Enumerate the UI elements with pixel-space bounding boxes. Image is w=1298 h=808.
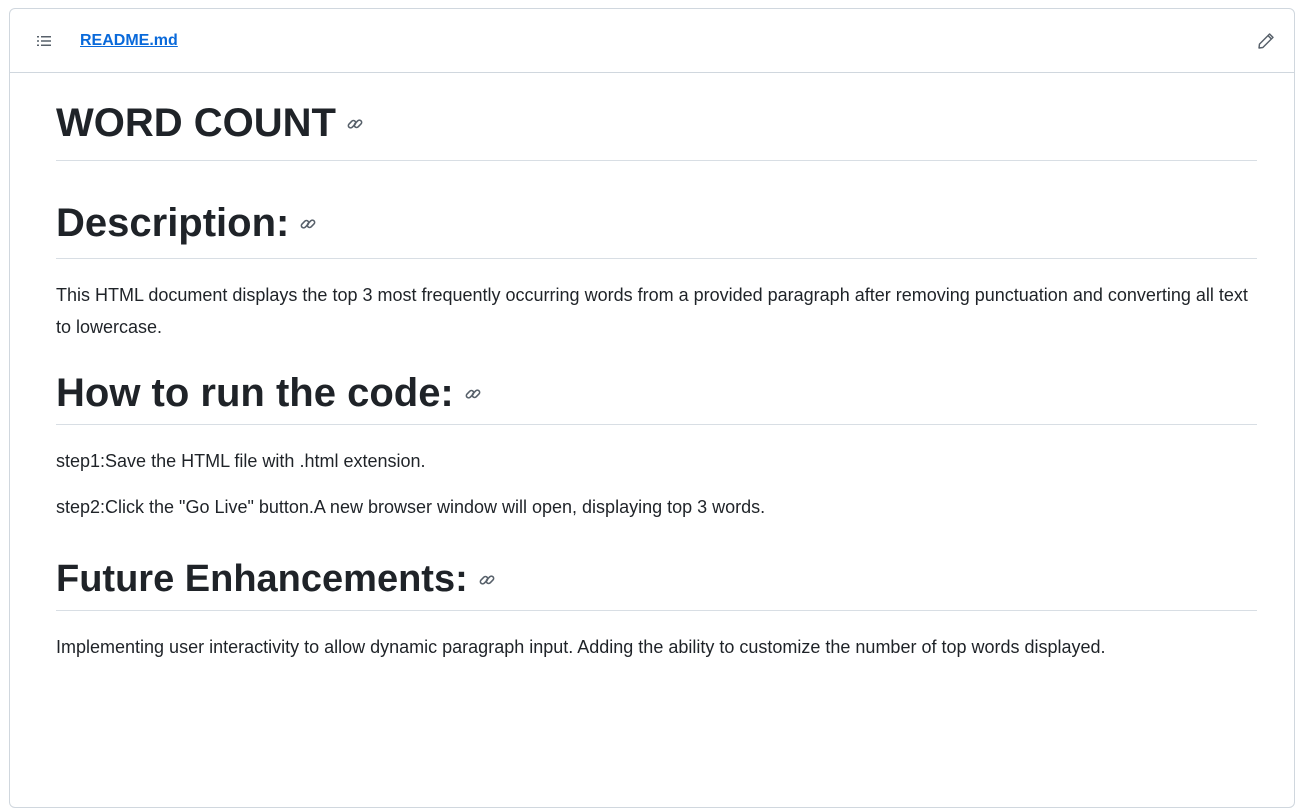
section-heading-description: Description: (56, 185, 1257, 259)
section-heading-text: Future Enhancements: (56, 558, 468, 600)
link-icon[interactable] (299, 215, 317, 233)
description-paragraph: This HTML document displays the top 3 mo… (56, 285, 1248, 337)
link-icon[interactable] (464, 385, 482, 403)
list-unordered-icon[interactable] (32, 29, 56, 53)
section-heading-how-to-run: How to run the code: (56, 363, 1257, 425)
readme-title: WORD COUNT (56, 73, 1257, 161)
future-paragraph: Implementing user interactivity to allow… (56, 637, 1106, 657)
readme-file-link[interactable]: README.md (80, 32, 178, 50)
link-icon[interactable] (346, 115, 364, 133)
readme-content: WORD COUNT Description: This HTML docume… (10, 73, 1294, 663)
readme-header: README.md (10, 9, 1294, 73)
step1-paragraph: step1:Save the HTML file with .html exte… (56, 451, 426, 471)
readme-card: README.md WORD COUNT Description: This H… (9, 8, 1295, 808)
step2-paragraph: step2:Click the "Go Live" button.A new b… (56, 497, 766, 517)
readme-title-text: WORD COUNT (56, 101, 336, 145)
link-icon[interactable] (478, 571, 496, 589)
section-heading-future-enhancements: Future Enhancements: (56, 545, 1257, 611)
section-heading-text: How to run the code: (56, 371, 454, 415)
section-heading-text: Description: (56, 201, 290, 245)
pencil-icon[interactable] (1254, 29, 1278, 53)
